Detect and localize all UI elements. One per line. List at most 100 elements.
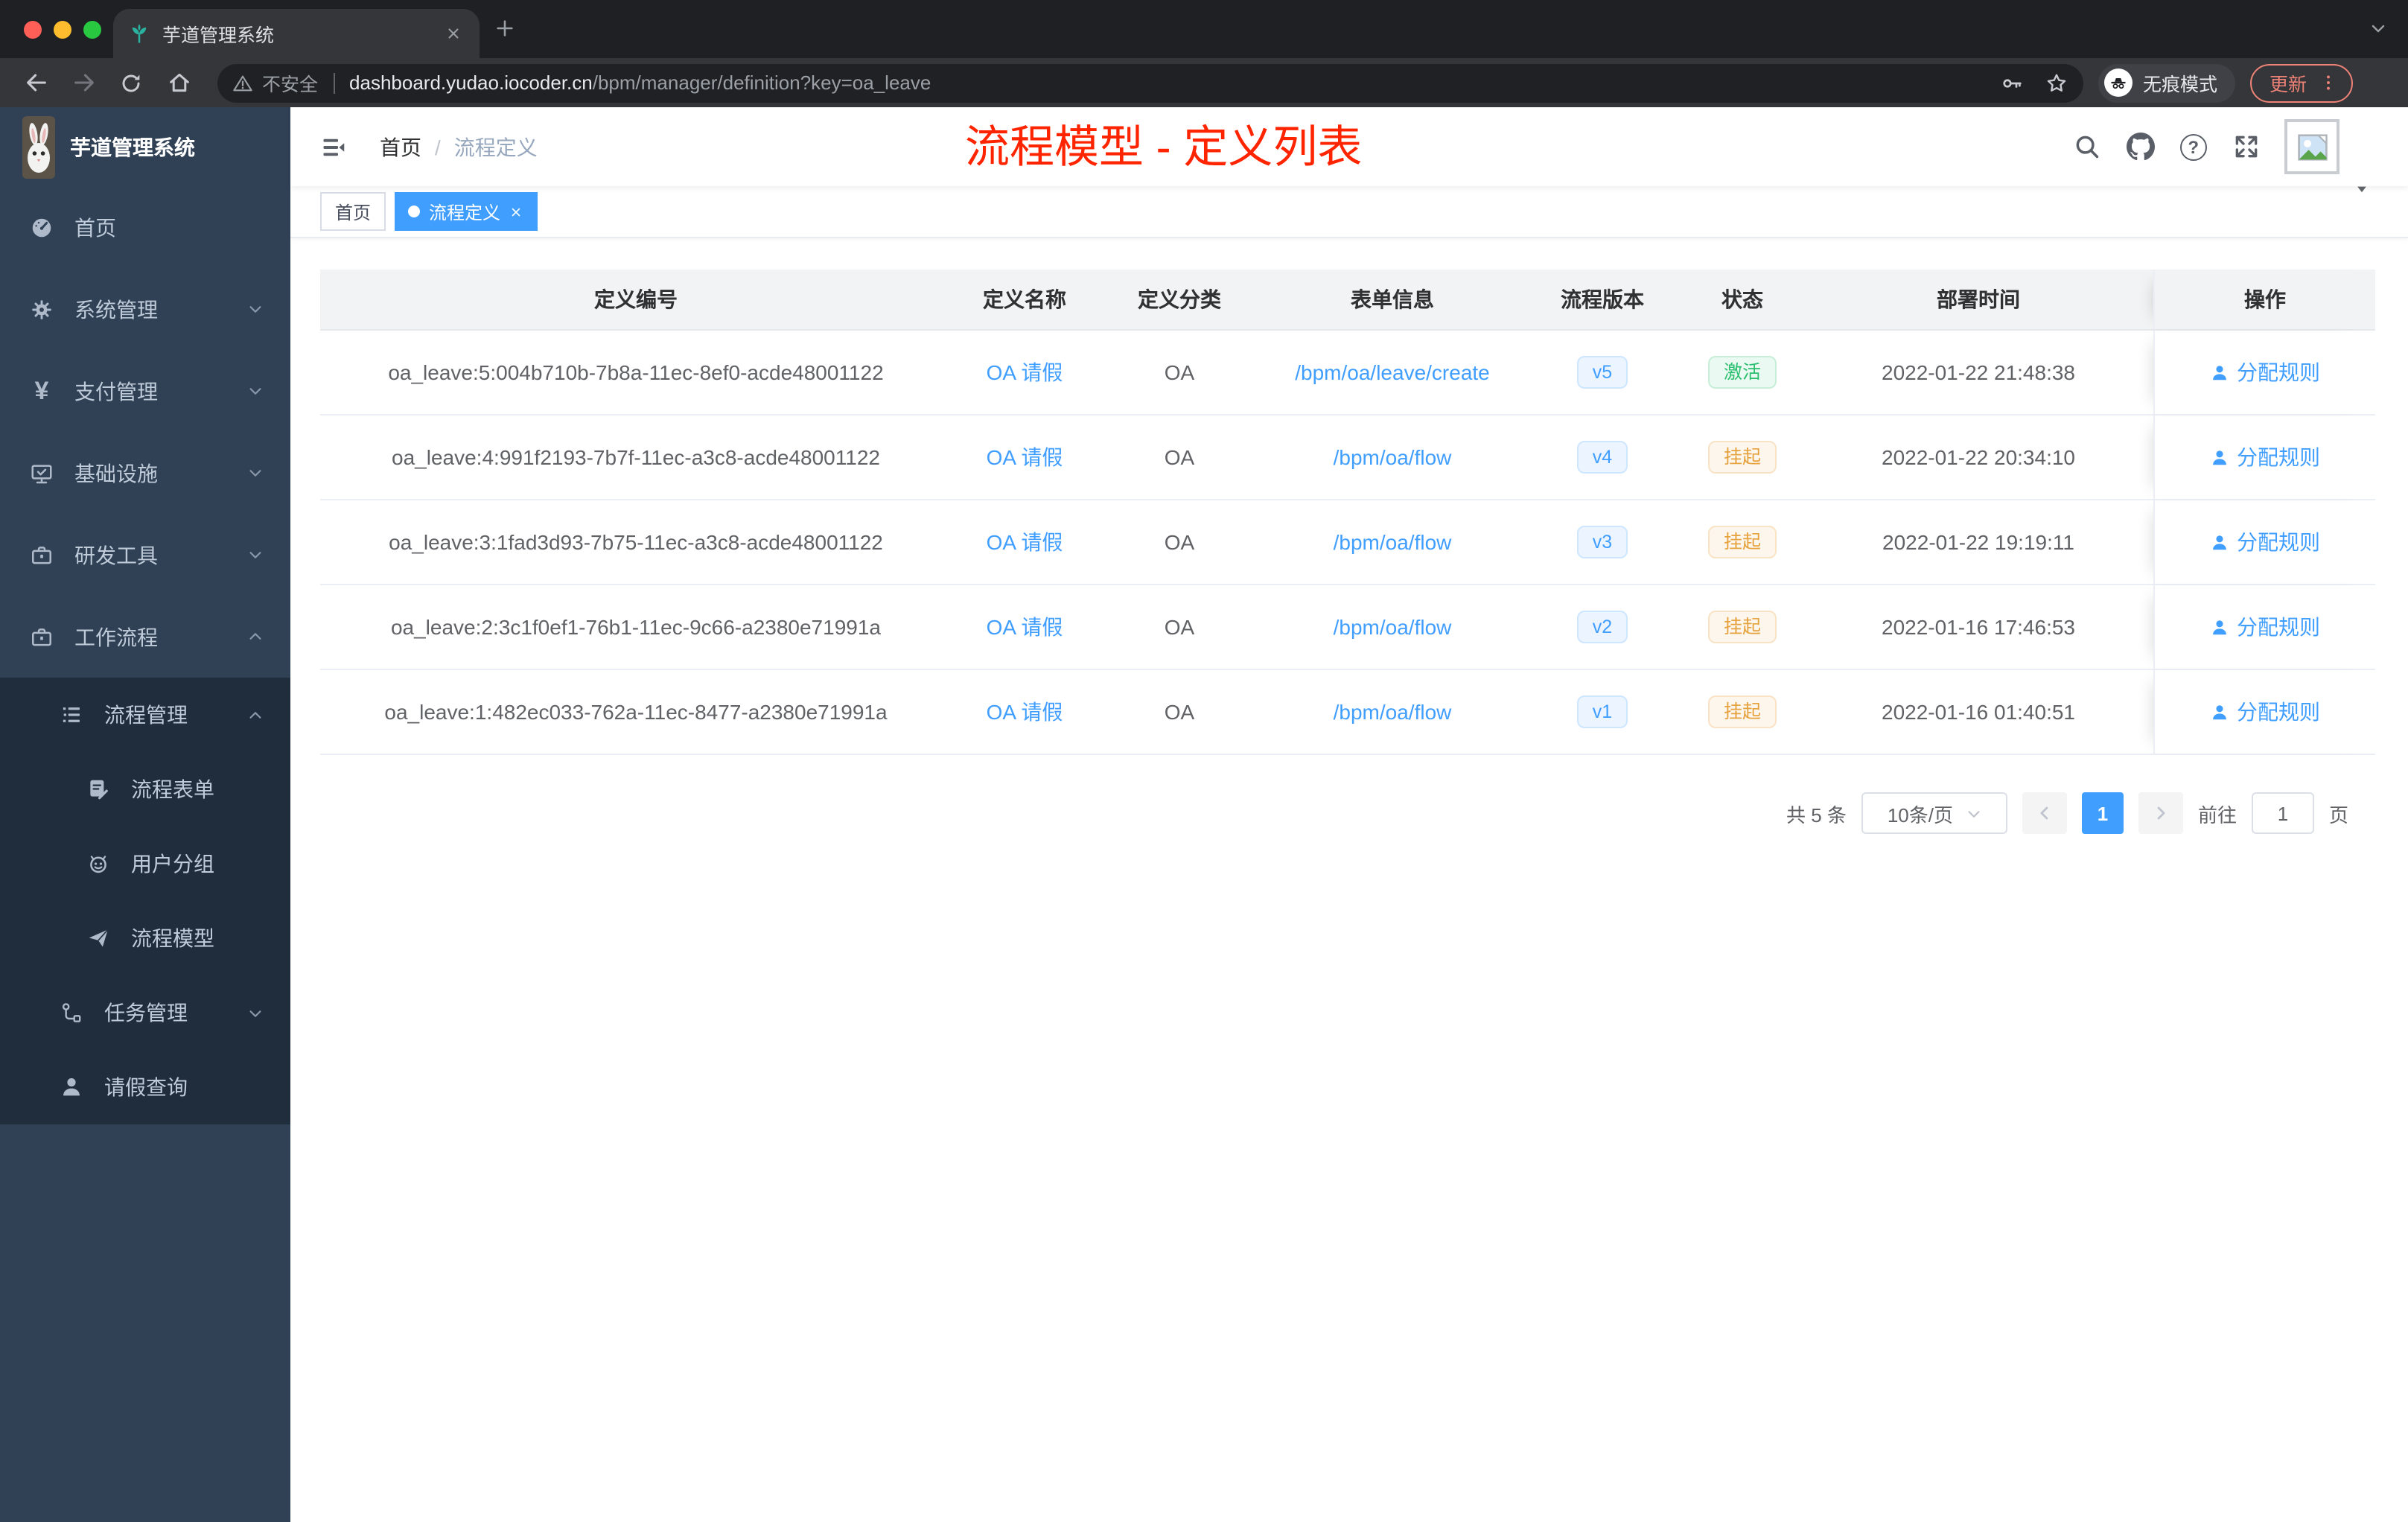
user-icon bbox=[60, 1075, 83, 1099]
sidebar-item-process-form[interactable]: 流程表单 bbox=[0, 752, 290, 827]
browser-tab[interactable]: 芋道管理系统 bbox=[113, 9, 480, 58]
status-badge: 激活 bbox=[1708, 355, 1776, 389]
tag-process-definition[interactable]: 流程定义 bbox=[395, 192, 538, 231]
bookmark-star-icon[interactable] bbox=[2045, 71, 2068, 95]
assign-rule-button[interactable]: 分配规则 bbox=[2210, 697, 2320, 727]
definition-name-link[interactable]: OA 请假 bbox=[987, 697, 1063, 727]
close-window-button[interactable] bbox=[24, 21, 42, 39]
new-tab-button[interactable] bbox=[494, 18, 515, 39]
browser-tab-strip: 芋道管理系统 bbox=[0, 0, 2408, 58]
definition-name-link[interactable]: OA 请假 bbox=[987, 357, 1063, 387]
sidebar-item-system-mgmt[interactable]: 系统管理 bbox=[0, 268, 290, 350]
tag-close-icon[interactable] bbox=[509, 205, 523, 218]
sidebar-filler bbox=[0, 1124, 290, 1522]
tab-search-chevron-icon[interactable] bbox=[2369, 19, 2387, 37]
cell-category: OA bbox=[1164, 615, 1195, 639]
back-button[interactable] bbox=[15, 62, 57, 104]
definition-name-link[interactable]: OA 请假 bbox=[987, 442, 1063, 472]
form-link[interactable]: /bpm/oa/flow bbox=[1334, 530, 1452, 554]
search-icon[interactable] bbox=[2073, 133, 2101, 161]
sidebar-item-workflow[interactable]: 工作流程 bbox=[0, 596, 290, 678]
tag-home[interactable]: 首页 bbox=[320, 192, 386, 231]
status-badge: 挂起 bbox=[1708, 695, 1776, 729]
home-button[interactable] bbox=[158, 62, 200, 104]
fullscreen-icon[interactable] bbox=[2232, 133, 2261, 161]
robot-icon bbox=[86, 852, 110, 876]
person-icon bbox=[2210, 617, 2229, 637]
chevron-down-icon bbox=[247, 547, 264, 563]
status-badge: 挂起 bbox=[1708, 440, 1776, 474]
definition-table: 定义编号 定义名称 定义分类 表单信息 流程版本 状态 部署时间 操作 oa_l… bbox=[320, 270, 2375, 755]
breadcrumb-home[interactable]: 首页 bbox=[380, 132, 421, 162]
definition-name-link[interactable]: OA 请假 bbox=[987, 612, 1063, 642]
cell-deploy-time: 2022-01-16 01:40:51 bbox=[1882, 700, 2075, 724]
sidebar-item-leave-query[interactable]: 请假查询 bbox=[0, 1050, 290, 1124]
form-link[interactable]: /bpm/oa/flow bbox=[1334, 445, 1452, 469]
assign-rule-button[interactable]: 分配规则 bbox=[2210, 357, 2320, 387]
cell-category: OA bbox=[1164, 700, 1195, 724]
avatar[interactable] bbox=[2284, 119, 2339, 174]
minimize-window-button[interactable] bbox=[54, 21, 71, 39]
avatar-caret-icon[interactable] bbox=[2354, 182, 2369, 197]
help-icon[interactable]: ? bbox=[2179, 133, 2207, 160]
address-bar[interactable]: 不安全 dashboard.yudao.iocoder.cn/bpm/manag… bbox=[217, 63, 2083, 102]
person-icon bbox=[2210, 363, 2229, 382]
tree-list-icon bbox=[60, 703, 83, 727]
tab-title: 芋道管理系统 bbox=[162, 25, 275, 46]
zoom-window-button[interactable] bbox=[83, 21, 101, 39]
broken-image-icon bbox=[2293, 127, 2331, 166]
macos-traffic-lights bbox=[24, 21, 101, 39]
assign-rule-button[interactable]: 分配规则 bbox=[2210, 612, 2320, 642]
incognito-badge: 无痕模式 bbox=[2098, 63, 2236, 102]
form-link[interactable]: /bpm/oa/leave/create bbox=[1295, 360, 1490, 384]
cell-definition-id: oa_leave:2:3c1f0ef1-76b1-11ec-9c66-a2380… bbox=[390, 615, 881, 639]
form-link[interactable]: /bpm/oa/flow bbox=[1334, 615, 1452, 639]
form-link[interactable]: /bpm/oa/flow bbox=[1334, 700, 1452, 724]
sidebar-item-process-mgmt[interactable]: 流程管理 bbox=[0, 678, 290, 752]
sidebar-item-dev-tools[interactable]: 研发工具 bbox=[0, 514, 290, 596]
sidebar-item-user-group[interactable]: 用户分组 bbox=[0, 827, 290, 901]
browser-menu-dots-icon[interactable] bbox=[2319, 73, 2338, 92]
browser-toolbar: 不安全 dashboard.yudao.iocoder.cn/bpm/manag… bbox=[0, 58, 2408, 107]
app-logo: 芋道管理系统 bbox=[0, 107, 290, 186]
prev-page-button[interactable] bbox=[2022, 792, 2067, 834]
update-label: 更新 bbox=[2270, 74, 2307, 95]
omnibox-divider bbox=[333, 72, 335, 93]
col-header-actions: 操作 bbox=[2153, 270, 2375, 329]
sidebar-item-home[interactable]: 首页 bbox=[0, 186, 290, 268]
next-page-button[interactable] bbox=[2138, 792, 2183, 834]
page-size-select[interactable]: 10条/页 bbox=[1861, 792, 2007, 834]
page-number-button[interactable]: 1 bbox=[2081, 792, 2124, 834]
incognito-icon bbox=[2104, 69, 2133, 97]
cell-category: OA bbox=[1164, 360, 1195, 384]
sidebar-item-infrastructure[interactable]: 基础设施 bbox=[0, 432, 290, 514]
table-row: oa_leave:2:3c1f0ef1-76b1-11ec-9c66-a2380… bbox=[320, 585, 2375, 670]
sidebar-item-process-model[interactable]: 流程模型 bbox=[0, 901, 290, 975]
goto-page-input[interactable] bbox=[2251, 792, 2314, 834]
tab-close-icon[interactable] bbox=[441, 22, 465, 45]
hamburger-icon[interactable] bbox=[311, 133, 356, 160]
chevron-down-icon bbox=[1965, 805, 1981, 821]
chevron-down-icon bbox=[247, 1004, 264, 1021]
version-badge: v4 bbox=[1577, 440, 1628, 474]
assign-rule-button[interactable]: 分配规则 bbox=[2210, 442, 2320, 472]
definition-name-link[interactable]: OA 请假 bbox=[987, 527, 1063, 557]
security-chip[interactable]: 不安全 bbox=[232, 69, 318, 97]
chevron-up-icon bbox=[247, 707, 264, 723]
sidebar-item-task-mgmt[interactable]: 任务管理 bbox=[0, 975, 290, 1050]
password-key-icon[interactable] bbox=[2000, 71, 2024, 95]
incognito-label: 无痕模式 bbox=[2143, 74, 2218, 95]
assign-rule-button[interactable]: 分配规则 bbox=[2210, 527, 2320, 557]
url-text: dashboard.yudao.iocoder.cn/bpm/manager/d… bbox=[349, 71, 1985, 94]
sidebar-item-payment-mgmt[interactable]: ¥ 支付管理 bbox=[0, 350, 290, 432]
sidebar: 芋道管理系统 首页 系统管理 ¥ 支付管理 基础设施 研发工具 工作流程 流程管… bbox=[0, 107, 290, 1522]
arrow-left-icon bbox=[2034, 803, 2055, 824]
annotation-overlay-text: 流程模型 - 定义列表 bbox=[965, 124, 1363, 173]
arrow-right-icon bbox=[2150, 803, 2171, 824]
col-header-version: 流程版本 bbox=[1561, 287, 1644, 311]
github-icon[interactable] bbox=[2127, 133, 2155, 161]
table-row: oa_leave:4:991f2193-7b7f-11ec-a3c8-acde4… bbox=[320, 415, 2375, 500]
reload-button[interactable] bbox=[110, 62, 152, 104]
forward-button[interactable] bbox=[63, 62, 104, 104]
chrome-update-button[interactable]: 更新 bbox=[2250, 63, 2354, 102]
